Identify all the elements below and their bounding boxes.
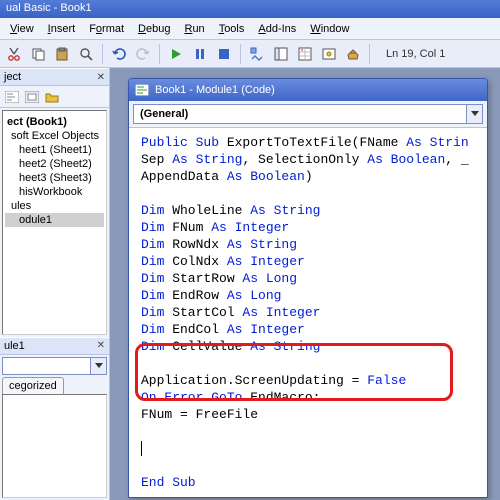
- tree-sheet1[interactable]: heet1 (Sheet1): [5, 143, 104, 157]
- undo-icon[interactable]: [109, 44, 129, 64]
- tree-project-root[interactable]: ect (Book1): [5, 115, 104, 129]
- tree-module1[interactable]: odule1: [5, 213, 104, 227]
- project-panel-toolbar: [0, 86, 109, 108]
- menu-addins[interactable]: Add-Ins: [252, 21, 302, 37]
- code-window-titlebar[interactable]: Book1 - Module1 (Code): [129, 79, 487, 101]
- redo-icon[interactable]: [133, 44, 153, 64]
- module-icon: [135, 83, 149, 97]
- menu-debug[interactable]: Debug: [132, 21, 176, 37]
- text-cursor: [141, 441, 142, 456]
- project-panel-title: ject: [4, 71, 21, 83]
- chevron-down-icon[interactable]: [91, 357, 107, 375]
- project-explorer-icon[interactable]: [271, 44, 291, 64]
- run-icon[interactable]: [166, 44, 186, 64]
- properties-object-selector[interactable]: [2, 357, 107, 375]
- project-tree[interactable]: ect (Book1) soft Excel Objects heet1 (Sh…: [2, 110, 107, 335]
- properties-combo[interactable]: [2, 357, 91, 375]
- separator: [240, 44, 241, 64]
- window-title: ual Basic - Book1: [0, 0, 500, 18]
- tree-excel-objects[interactable]: soft Excel Objects: [5, 129, 104, 143]
- tree-workbook[interactable]: hisWorkbook: [5, 185, 104, 199]
- view-code-icon[interactable]: [4, 89, 20, 105]
- design-mode-icon[interactable]: [247, 44, 267, 64]
- toolbar: Ln 19, Col 1: [0, 40, 500, 68]
- cut-icon[interactable]: [4, 44, 24, 64]
- project-panel-header: ject ✕: [0, 68, 109, 86]
- tree-sheet2[interactable]: heet2 (Sheet2): [5, 157, 104, 171]
- close-icon[interactable]: ✕: [97, 340, 105, 351]
- close-icon[interactable]: ✕: [97, 72, 105, 83]
- find-icon[interactable]: [76, 44, 96, 64]
- separator: [159, 44, 160, 64]
- mdi-workspace: Book1 - Module1 (Code) (General) Public …: [110, 68, 500, 500]
- properties-panel-title: ule1: [4, 340, 25, 352]
- tab-categorized[interactable]: cegorized: [2, 377, 64, 394]
- code-window[interactable]: Book1 - Module1 (Code) (General) Public …: [128, 78, 488, 498]
- toolbox-icon[interactable]: [343, 44, 363, 64]
- separator: [102, 44, 103, 64]
- menu-window[interactable]: Window: [304, 21, 355, 37]
- menu-tools[interactable]: Tools: [213, 21, 251, 37]
- properties-icon[interactable]: [295, 44, 315, 64]
- object-dropdown[interactable]: (General): [133, 104, 483, 124]
- code-window-title: Book1 - Module1 (Code): [155, 84, 275, 96]
- menu-insert[interactable]: Insert: [42, 21, 82, 37]
- menu-view[interactable]: VViewiew: [4, 21, 40, 37]
- view-object-icon[interactable]: [24, 89, 40, 105]
- tree-sheet3[interactable]: heet3 (Sheet3): [5, 171, 104, 185]
- tree-modules[interactable]: ules: [5, 199, 104, 213]
- copy-icon[interactable]: [28, 44, 48, 64]
- properties-grid[interactable]: [2, 394, 107, 499]
- code-editor[interactable]: Public Sub ExportToTextFile(FName As Str…: [129, 127, 487, 497]
- object-dropdown-value: (General): [140, 108, 188, 120]
- menu-run[interactable]: Run: [178, 21, 210, 37]
- separator: [369, 44, 370, 64]
- object-browser-icon[interactable]: [319, 44, 339, 64]
- menu-format[interactable]: Format: [83, 21, 130, 37]
- chevron-down-icon[interactable]: [466, 105, 482, 123]
- properties-panel-header: ule1 ✕: [0, 337, 109, 355]
- folder-toggle-icon[interactable]: [44, 89, 60, 105]
- pause-icon[interactable]: [190, 44, 210, 64]
- cursor-position: Ln 19, Col 1: [386, 48, 445, 60]
- stop-icon[interactable]: [214, 44, 234, 64]
- menu-bar: VViewiew Insert Format Debug Run Tools A…: [0, 18, 500, 40]
- paste-icon[interactable]: [52, 44, 72, 64]
